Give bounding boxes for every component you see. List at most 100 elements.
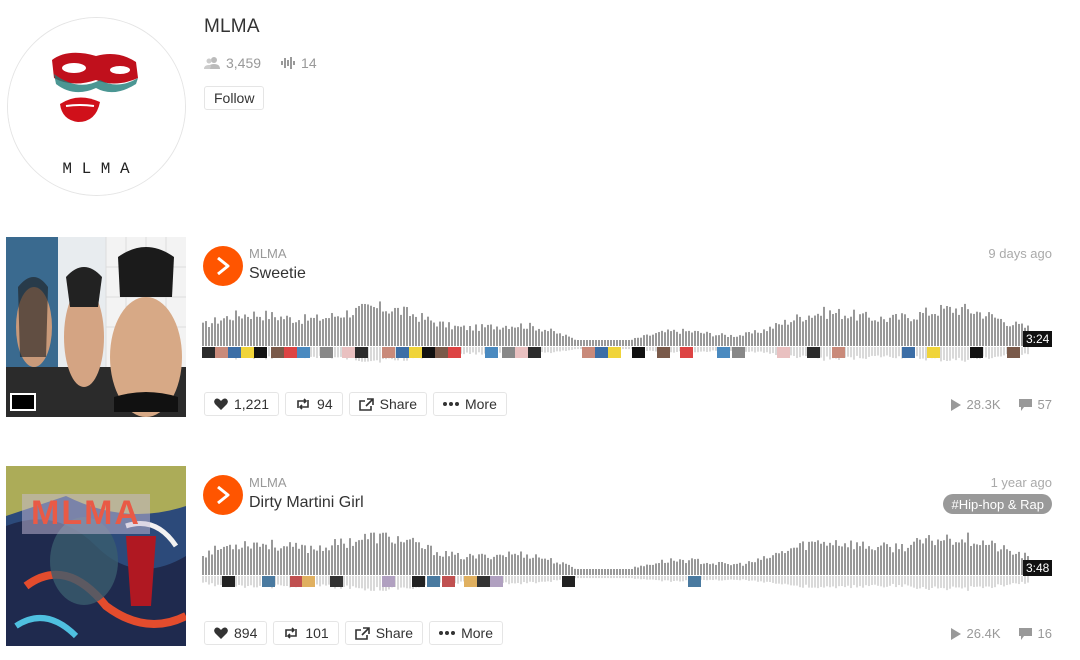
- comment-avatar[interactable]: [320, 347, 333, 358]
- track-artist[interactable]: MLMA: [249, 475, 287, 490]
- more-button[interactable]: More: [432, 392, 507, 416]
- comment-avatar[interactable]: [515, 347, 528, 358]
- share-button[interactable]: Share: [348, 392, 427, 416]
- waveform-bar: [862, 313, 864, 346]
- repost-button[interactable]: 101: [273, 621, 339, 645]
- track-cover-art[interactable]: MLMA: [6, 466, 186, 646]
- comment-avatar[interactable]: [807, 347, 820, 358]
- waveform-bar: [379, 533, 381, 575]
- follow-button[interactable]: Follow: [204, 86, 265, 110]
- like-button[interactable]: 894: [204, 621, 268, 645]
- comment-avatar[interactable]: [297, 347, 310, 358]
- comment-avatar[interactable]: [271, 347, 284, 358]
- comment-avatar[interactable]: [409, 347, 422, 358]
- waveform-bar: [889, 546, 891, 575]
- genre-tag[interactable]: # Hip-hop & Rap: [943, 494, 1052, 514]
- comment-avatar[interactable]: [342, 347, 355, 358]
- comment-avatar[interactable]: [927, 347, 940, 358]
- comment-avatar[interactable]: [777, 347, 790, 358]
- repost-button[interactable]: 94: [285, 392, 343, 416]
- comment-avatar[interactable]: [396, 347, 409, 358]
- play-count[interactable]: 28.3K: [967, 397, 1001, 412]
- waveform-bar: [340, 538, 342, 575]
- track-cover-art[interactable]: [6, 237, 186, 417]
- comment-avatar[interactable]: [902, 347, 915, 358]
- play-button[interactable]: [203, 246, 243, 286]
- comment-avatar[interactable]: [717, 347, 730, 358]
- comment-avatar[interactable]: [241, 347, 254, 358]
- comment-avatar[interactable]: [680, 347, 693, 358]
- waveform-bar: [388, 313, 390, 346]
- waveform-bar: [853, 549, 855, 575]
- comment-avatar[interactable]: [448, 347, 461, 358]
- comment-avatar[interactable]: [595, 347, 608, 358]
- comment-avatar[interactable]: [202, 347, 215, 358]
- share-button[interactable]: Share: [344, 621, 424, 645]
- comment-avatar[interactable]: [562, 576, 575, 587]
- waveform-bar: [991, 314, 993, 346]
- comment-avatar[interactable]: [442, 576, 455, 587]
- comment-avatar[interactable]: [302, 576, 315, 587]
- comment-avatar[interactable]: [970, 347, 983, 358]
- waveform-bar: [562, 336, 564, 346]
- play-count[interactable]: 26.4K: [967, 626, 1001, 641]
- followers-count[interactable]: 3,459: [226, 55, 261, 71]
- like-button[interactable]: 1,221: [204, 392, 280, 416]
- comment-avatars[interactable]: [202, 576, 1052, 588]
- comment-icon: [1018, 627, 1032, 640]
- comment-avatar[interactable]: [477, 576, 490, 587]
- play-button[interactable]: [203, 475, 243, 515]
- comment-avatar[interactable]: [382, 347, 395, 358]
- comment-avatar[interactable]: [422, 347, 435, 358]
- comment-avatar[interactable]: [490, 576, 503, 587]
- comment-avatar[interactable]: [608, 347, 621, 358]
- comment-avatar[interactable]: [502, 347, 515, 358]
- waveform-bar: [760, 333, 762, 346]
- comment-count[interactable]: 57: [1038, 397, 1052, 412]
- comment-avatar[interactable]: [632, 347, 645, 358]
- comment-avatar[interactable]: [435, 347, 448, 358]
- waveform-bar: [253, 311, 255, 346]
- comment-avatar[interactable]: [485, 347, 498, 358]
- comment-avatar[interactable]: [355, 347, 368, 358]
- comment-avatar[interactable]: [262, 576, 275, 587]
- track-artist[interactable]: MLMA: [249, 246, 287, 261]
- comment-avatar[interactable]: [330, 576, 343, 587]
- comment-avatar[interactable]: [412, 576, 425, 587]
- comment-avatar[interactable]: [254, 347, 267, 358]
- comment-avatar[interactable]: [427, 576, 440, 587]
- comment-avatar[interactable]: [222, 576, 235, 587]
- comment-avatar[interactable]: [228, 347, 241, 358]
- waveform-bar: [688, 560, 690, 575]
- waveform-bar: [280, 316, 282, 346]
- waveform-bar: [709, 332, 711, 346]
- track-title[interactable]: Sweetie: [249, 265, 306, 283]
- waveform-bar: [940, 540, 942, 575]
- comment-avatar[interactable]: [688, 576, 701, 587]
- waveform-bar: [469, 553, 471, 575]
- waveform-bar: [223, 318, 225, 346]
- waveform-bar: [979, 545, 981, 575]
- artist-avatar[interactable]: M L M A: [7, 17, 186, 196]
- comment-avatar[interactable]: [1007, 347, 1020, 358]
- waveform-bar: [700, 332, 702, 346]
- artist-name[interactable]: MLMA: [204, 16, 260, 38]
- track-title[interactable]: Dirty Martini Girl: [249, 494, 364, 512]
- comment-avatar[interactable]: [582, 347, 595, 358]
- waveform-bar: [664, 562, 666, 575]
- comment-avatars[interactable]: [202, 347, 1052, 359]
- comment-avatar[interactable]: [464, 576, 477, 587]
- tracks-count[interactable]: 14: [301, 55, 317, 71]
- comment-avatar[interactable]: [732, 347, 745, 358]
- comment-avatar[interactable]: [528, 347, 541, 358]
- comment-avatar[interactable]: [657, 347, 670, 358]
- waveform-bar: [799, 543, 801, 575]
- more-button[interactable]: More: [429, 621, 503, 645]
- comment-avatar[interactable]: [215, 347, 228, 358]
- comment-avatar[interactable]: [284, 347, 297, 358]
- comment-avatar[interactable]: [382, 576, 395, 587]
- comment-avatar[interactable]: [832, 347, 845, 358]
- comment-count[interactable]: 16: [1038, 626, 1052, 641]
- waveform-bar: [451, 329, 453, 346]
- waveform-bar: [655, 333, 657, 346]
